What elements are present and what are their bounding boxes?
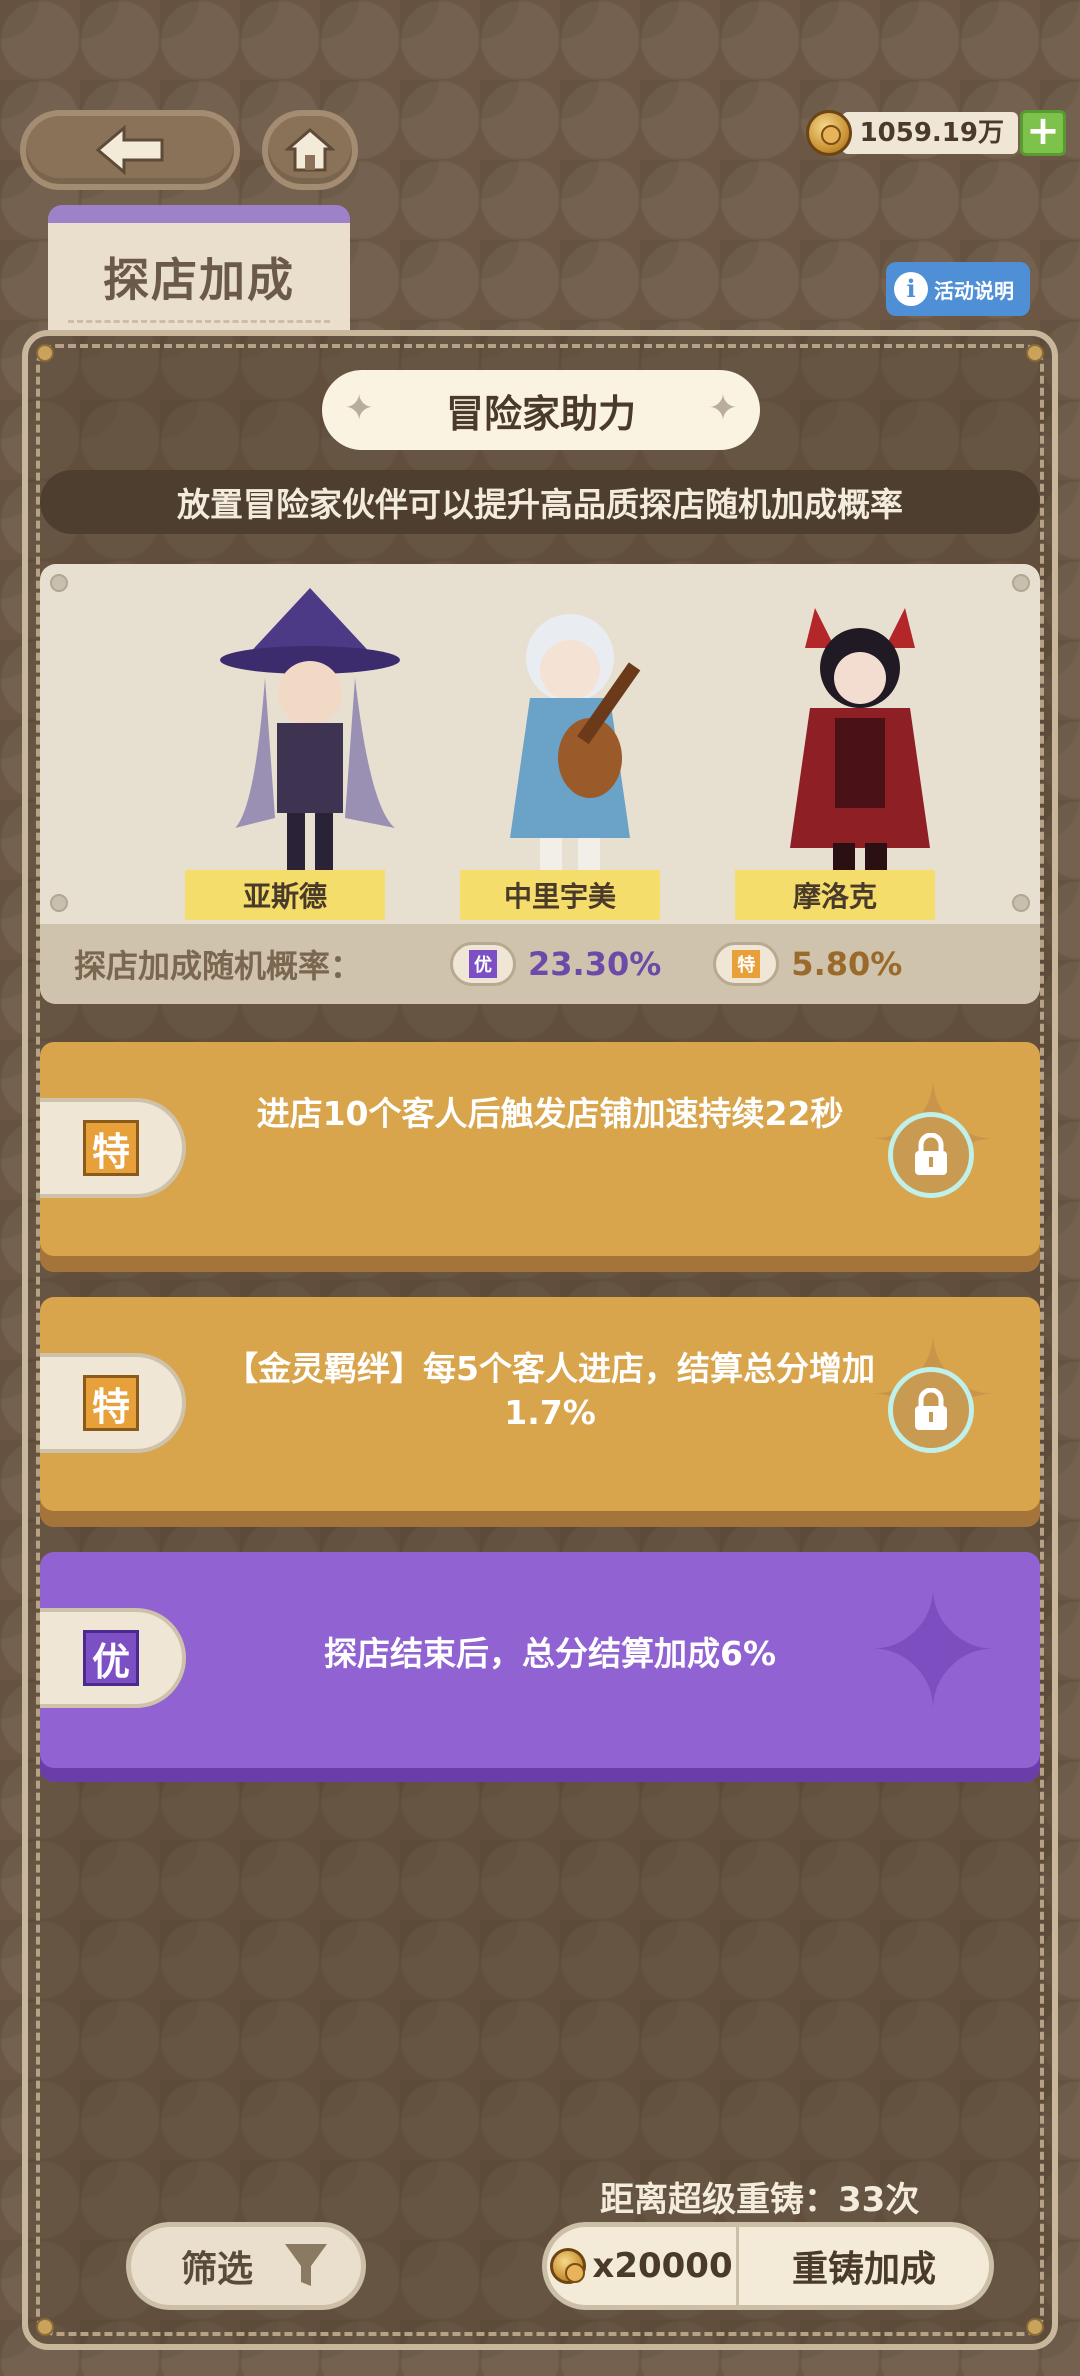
reforge-cost-value: x20000 bbox=[592, 2246, 733, 2286]
section-title-text: 冒险家助力 bbox=[445, 391, 636, 436]
currency-value: 1059.19万 bbox=[841, 112, 1018, 154]
card-rivet bbox=[50, 894, 68, 912]
corner-rivet bbox=[1026, 344, 1044, 362]
special-tag-icon: 特 bbox=[732, 950, 761, 978]
character-label-wrap: 中里宇美 bbox=[450, 860, 680, 920]
tab-shop-bonus[interactable]: 探店加成 bbox=[48, 205, 350, 331]
character-name: 亚斯德 bbox=[185, 870, 385, 920]
effect-description: 进店10个客人后触发店铺加速持续22秒 bbox=[256, 1094, 844, 1133]
character-name: 摩洛克 bbox=[735, 870, 935, 920]
padlock-icon bbox=[915, 1388, 947, 1430]
lock-icon[interactable] bbox=[888, 1367, 974, 1453]
corner-rivet bbox=[36, 2318, 54, 2336]
effect-tag: 特 bbox=[40, 1353, 186, 1453]
home-icon bbox=[285, 128, 335, 172]
bonus-rate-label: 探店加成随机概率： bbox=[74, 947, 363, 985]
bonus-rate-row: 探店加成随机概率： 优 23.30% 特 5.80% bbox=[40, 924, 1040, 1004]
effect-card[interactable]: ✦ 特 【金灵羁绊】每5个客人进店，结算总分增加1.7% bbox=[40, 1297, 1040, 1527]
adventurer-card: 亚斯德 中里宇美 摩洛克 探店加成随机概率： 优 23.30% 特 5.80% bbox=[40, 564, 1040, 1004]
home-button[interactable] bbox=[262, 110, 358, 190]
star-decoration-icon: ✦ bbox=[707, 388, 738, 429]
effect-description: 【金灵羁绊】每5个客人进店，结算总分增加1.7% bbox=[225, 1349, 875, 1432]
effect-card[interactable]: ✦ 优 探店结束后，总分结算加成6% bbox=[40, 1552, 1040, 1782]
card-rivet bbox=[1012, 574, 1030, 592]
currency-display: 1059.19万 + bbox=[805, 110, 1066, 156]
card-rivet bbox=[50, 574, 68, 592]
corner-rivet bbox=[36, 344, 54, 362]
section-subtitle: 放置冒险家伙伴可以提升高品质探店随机加成概率 bbox=[40, 470, 1040, 534]
effect-tag: 特 bbox=[40, 1098, 186, 1198]
tab-label: 探店加成 bbox=[103, 253, 295, 307]
witch-character-icon bbox=[220, 588, 400, 873]
back-button[interactable] bbox=[20, 110, 240, 190]
card-rivet bbox=[1012, 894, 1030, 912]
effect-tag: 优 bbox=[40, 1608, 186, 1708]
back-arrow-icon bbox=[95, 124, 164, 176]
reforge-label: 重铸加成 bbox=[791, 2249, 936, 2290]
corner-rivet bbox=[1026, 2318, 1044, 2336]
rate-tag-special: 特 bbox=[713, 942, 780, 986]
special-tag-icon: 特 bbox=[83, 1120, 139, 1176]
special-tag-icon: 特 bbox=[83, 1375, 139, 1431]
event-info-label: 活动说明 bbox=[934, 278, 1014, 303]
padlock-icon bbox=[915, 1133, 947, 1175]
excellent-tag-icon: 优 bbox=[469, 950, 498, 978]
effect-card[interactable]: ✦ 特 进店10个客人后触发店铺加速持续22秒 bbox=[40, 1042, 1040, 1272]
excellent-tag-icon: 优 bbox=[83, 1630, 139, 1686]
coin-icon bbox=[550, 2248, 587, 2284]
info-icon: i bbox=[894, 272, 928, 306]
demon-character-icon bbox=[790, 608, 930, 879]
rate-tag-excellent: 优 bbox=[450, 942, 517, 986]
star-decoration-icon: ✦ bbox=[344, 388, 375, 429]
add-currency-button[interactable]: + bbox=[1020, 110, 1066, 156]
filter-button[interactable]: 筛选 bbox=[126, 2222, 366, 2310]
effect-description: 探店结束后，总分结算加成6% bbox=[323, 1634, 777, 1673]
super-reforge-counter: 距离超级重铸：33次 bbox=[600, 2180, 920, 2220]
character-name: 中里宇美 bbox=[460, 870, 660, 920]
character-label-wrap: 亚斯德 bbox=[175, 860, 405, 920]
event-info-button[interactable]: i 活动说明 bbox=[886, 262, 1030, 316]
coin-icon bbox=[805, 110, 852, 156]
character-label-wrap: 摩洛克 bbox=[725, 860, 955, 920]
section-subtitle-text: 放置冒险家伙伴可以提升高品质探店随机加成概率 bbox=[177, 485, 903, 524]
special-rate-value: 5.80% bbox=[791, 945, 903, 983]
reforge-button[interactable]: x20000 重铸加成 bbox=[542, 2222, 994, 2310]
reforge-cost: x20000 bbox=[547, 2227, 739, 2305]
funnel-icon bbox=[285, 2244, 328, 2286]
excellent-rate-value: 23.30% bbox=[528, 945, 662, 983]
section-title: ✦ 冒险家助力 ✦ bbox=[322, 370, 760, 450]
lock-icon[interactable] bbox=[888, 1112, 974, 1198]
bard-character-icon bbox=[510, 614, 641, 878]
filter-label: 筛选 bbox=[181, 2249, 254, 2290]
